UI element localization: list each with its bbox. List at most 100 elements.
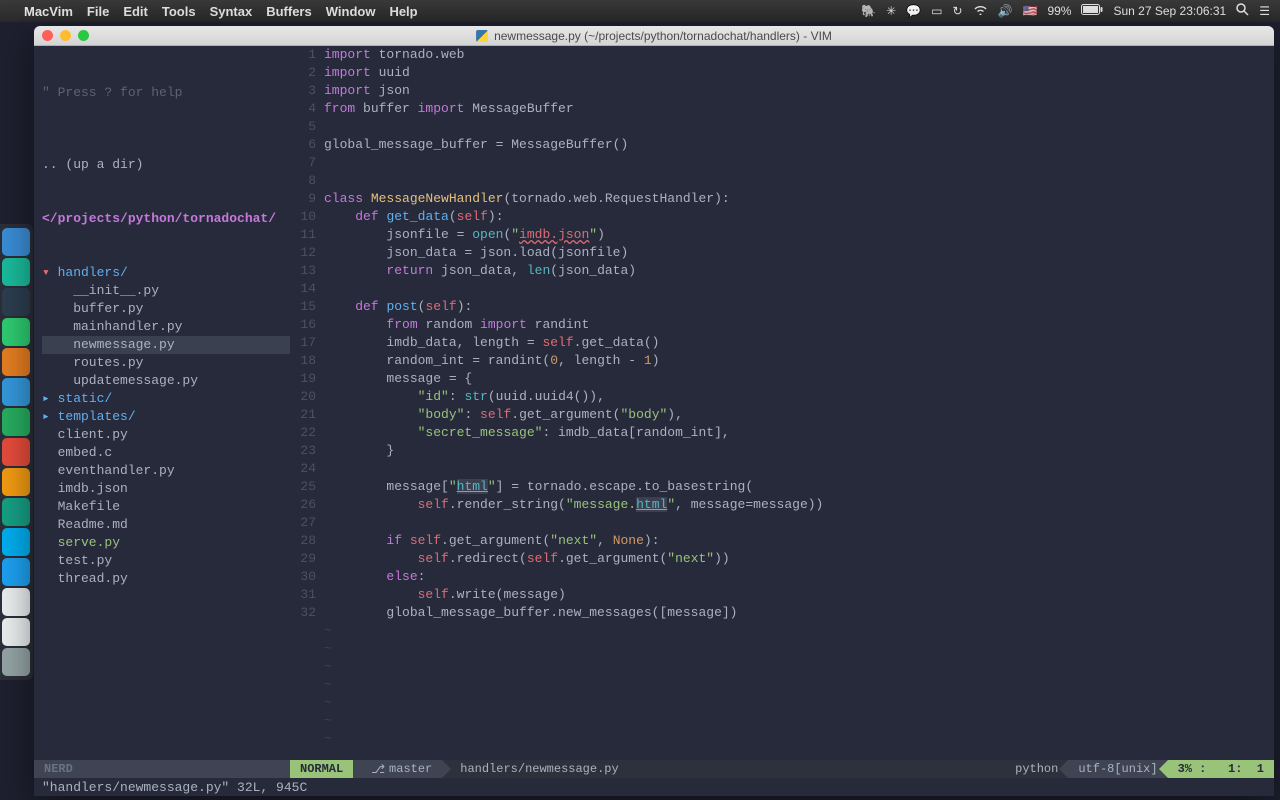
tree-file[interactable]: embed.c	[42, 444, 290, 462]
menu-edit[interactable]: Edit	[123, 4, 148, 19]
volume-icon[interactable]: 🔊	[998, 4, 1013, 18]
dock-app-icon[interactable]	[2, 258, 30, 286]
dock-app-icon[interactable]	[2, 348, 30, 376]
tree-file[interactable]: eventhandler.py	[42, 462, 290, 480]
display-icon[interactable]: ▭	[931, 4, 942, 18]
code-line[interactable]: else:	[324, 568, 1264, 586]
bluetooth-icon[interactable]: ✳	[886, 4, 896, 18]
code-line[interactable]: if self.get_argument("next", None):	[324, 532, 1264, 550]
line-number: 12	[290, 244, 316, 262]
clock[interactable]: Sun 27 Sep 23:06:31	[1113, 4, 1226, 18]
airline-branch: ⎇master	[353, 760, 442, 778]
app-name[interactable]: MacVim	[24, 4, 73, 19]
code-line[interactable]: self.redirect(self.get_argument("next"))	[324, 550, 1264, 568]
notification-center-icon[interactable]: ☰	[1259, 4, 1270, 18]
code-line[interactable]: import json	[324, 82, 1264, 100]
flag-icon[interactable]: 🇺🇸	[1022, 4, 1037, 18]
tree-file[interactable]: updatemessage.py	[42, 372, 290, 390]
dock-app-icon[interactable]	[2, 588, 30, 616]
dock-app-icon[interactable]	[2, 288, 30, 316]
dock-app-icon[interactable]	[2, 558, 30, 586]
code-line[interactable]	[324, 172, 1264, 190]
menu-tools[interactable]: Tools	[162, 4, 196, 19]
dock-app-icon[interactable]	[2, 498, 30, 526]
code-line[interactable]: from buffer import MessageBuffer	[324, 100, 1264, 118]
menu-buffers[interactable]: Buffers	[266, 4, 312, 19]
code-line[interactable]: message = {	[324, 370, 1264, 388]
tree-file[interactable]: Makefile	[42, 498, 290, 516]
code-line[interactable]: imdb_data, length = self.get_data()	[324, 334, 1264, 352]
dock-app-icon[interactable]	[2, 528, 30, 556]
code-line[interactable]	[324, 154, 1264, 172]
code-line[interactable]: global_message_buffer = MessageBuffer()	[324, 136, 1264, 154]
evernote-icon[interactable]: 🐘	[861, 4, 876, 18]
dock-app-icon[interactable]	[2, 228, 30, 256]
window-minimize-button[interactable]	[60, 30, 71, 41]
tree-file[interactable]: __init__.py	[42, 282, 290, 300]
code-line[interactable]: "secret_message": imdb_data[random_int],	[324, 424, 1264, 442]
menu-help[interactable]: Help	[389, 4, 417, 19]
airline-file: handlers/newmessage.py	[442, 760, 628, 778]
code-line[interactable]: from random import randint	[324, 316, 1264, 334]
code-line[interactable]: }	[324, 442, 1264, 460]
battery-icon[interactable]	[1081, 4, 1103, 18]
nerdtree-panel[interactable]: " Press ? for help .. (up a dir) </proje…	[34, 46, 290, 760]
code-editor[interactable]: import tornado.webimport uuidimport json…	[324, 46, 1274, 760]
dock-app-icon[interactable]	[2, 378, 30, 406]
dock-app-icon[interactable]	[2, 438, 30, 466]
timemachine-icon[interactable]: ↻	[952, 4, 962, 18]
tree-file[interactable]: buffer.py	[42, 300, 290, 318]
tree-dir[interactable]: ▸ static/	[42, 390, 290, 408]
tree-file[interactable]: test.py	[42, 552, 290, 570]
window-maximize-button[interactable]	[78, 30, 89, 41]
code-line[interactable]	[324, 460, 1264, 478]
vim-cmdline[interactable]: "handlers/newmessage.py" 32L, 945C	[34, 778, 1274, 796]
line-number: 6	[290, 136, 316, 154]
menu-syntax[interactable]: Syntax	[210, 4, 253, 19]
line-number-gutter: 1234567891011121314151617181920212223242…	[290, 46, 324, 760]
code-line[interactable]: def post(self):	[324, 298, 1264, 316]
code-line[interactable]	[324, 118, 1264, 136]
tree-file[interactable]: newmessage.py	[42, 336, 290, 354]
code-line[interactable]	[324, 280, 1264, 298]
tree-dir[interactable]: ▸ templates/	[42, 408, 290, 426]
code-line[interactable]: import tornado.web	[324, 46, 1264, 64]
code-line[interactable]: "id": str(uuid.uuid4()),	[324, 388, 1264, 406]
code-line[interactable]: class MessageNewHandler(tornado.web.Requ…	[324, 190, 1264, 208]
code-line[interactable]: json_data = json.load(jsonfile)	[324, 244, 1264, 262]
menu-window[interactable]: Window	[326, 4, 376, 19]
dock-app-icon[interactable]	[2, 318, 30, 346]
tree-file[interactable]: Readme.md	[42, 516, 290, 534]
dock-app-icon[interactable]	[2, 618, 30, 646]
code-line[interactable]: return json_data, len(json_data)	[324, 262, 1264, 280]
dock-app-icon[interactable]	[2, 648, 30, 676]
spotlight-icon[interactable]	[1236, 3, 1249, 19]
code-line[interactable]: self.write(message)	[324, 586, 1264, 604]
tree-file[interactable]: serve.py	[42, 534, 290, 552]
code-line[interactable]: "body": self.get_argument("body"),	[324, 406, 1264, 424]
nerdtree-updir[interactable]: .. (up a dir)	[42, 156, 290, 174]
wifi-icon[interactable]	[973, 4, 988, 18]
tree-file[interactable]: mainhandler.py	[42, 318, 290, 336]
nerdtree-root[interactable]: </projects/python/tornadochat/	[42, 210, 290, 228]
chat-icon[interactable]: 💬	[906, 4, 921, 18]
dock-app-icon[interactable]	[2, 408, 30, 436]
code-line[interactable]: jsonfile = open("imdb.json")	[324, 226, 1264, 244]
tree-file[interactable]: routes.py	[42, 354, 290, 372]
code-line[interactable]	[324, 514, 1264, 532]
code-line[interactable]: def get_data(self):	[324, 208, 1264, 226]
line-number: 4	[290, 100, 316, 118]
code-line[interactable]: global_message_buffer.new_messages([mess…	[324, 604, 1264, 622]
dock-app-icon[interactable]	[2, 468, 30, 496]
tree-file[interactable]: imdb.json	[42, 480, 290, 498]
tree-dir[interactable]: ▾ handlers/	[42, 264, 290, 282]
code-line[interactable]: import uuid	[324, 64, 1264, 82]
tree-file[interactable]: thread.py	[42, 570, 290, 588]
window-titlebar[interactable]: newmessage.py (~/projects/python/tornado…	[34, 26, 1274, 46]
menu-file[interactable]: File	[87, 4, 109, 19]
code-line[interactable]: random_int = randint(0, length - 1)	[324, 352, 1264, 370]
code-line[interactable]: message["html"] = tornado.escape.to_base…	[324, 478, 1264, 496]
tree-file[interactable]: client.py	[42, 426, 290, 444]
code-line[interactable]: self.render_string("message.html", messa…	[324, 496, 1264, 514]
window-close-button[interactable]	[42, 30, 53, 41]
